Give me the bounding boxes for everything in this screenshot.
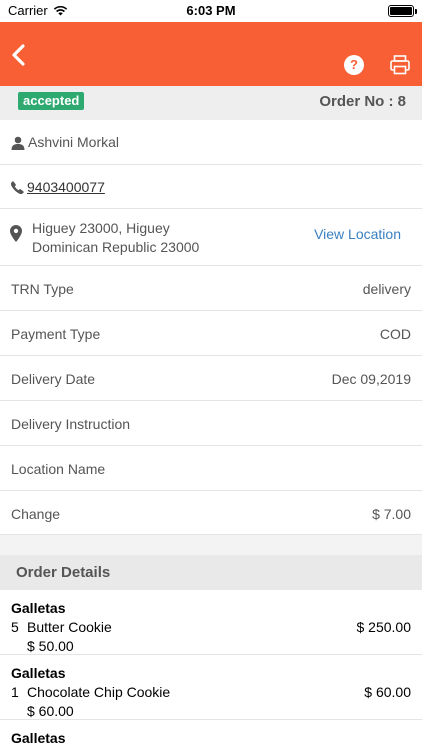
field-value: delivery (362, 281, 411, 297)
item-name: Butter Cookie (27, 619, 112, 635)
status-bar: Carrier 6:03 PM (0, 0, 422, 22)
person-icon (11, 136, 25, 150)
field-label: Location Name (11, 461, 106, 477)
order-item: Galletas 5 Butter Cookie $ 50.00 $ 250.0… (0, 590, 422, 655)
status-time: 6:03 PM (186, 3, 236, 18)
field-label: TRN Type (11, 281, 74, 297)
field-row-location-name: Location Name (0, 446, 422, 491)
field-value: Dec 09,2019 (331, 371, 411, 387)
item-category: Galletas (11, 665, 66, 681)
item-name: Chocolate Chip Cookie (27, 684, 171, 700)
order-header: accepted Order No : 8 (0, 86, 422, 120)
map-pin-icon (10, 225, 22, 242)
order-number: Order No : 8 (319, 93, 406, 110)
order-details-header: Order Details (0, 555, 422, 590)
item-category: Galletas (11, 600, 66, 616)
customer-phone-row: 9403400077 (0, 165, 422, 209)
field-value: $ 7.00 (372, 506, 411, 522)
address-line-1: Higuey 23000, Higuey (32, 220, 170, 236)
item-category: Galletas (11, 730, 66, 746)
field-label: Delivery Instruction (11, 416, 131, 432)
field-row-change: Change $ 7.00 (0, 491, 422, 535)
view-location-link[interactable]: View Location (314, 226, 401, 242)
item-unit-price: $ 50.00 (27, 638, 74, 654)
item-total: $ 250.00 (356, 619, 412, 635)
field-row-delivery-instruction: Delivery Instruction (0, 401, 422, 446)
order-item: Galletas 1 Chocolate Chip Cookie $ 60.00… (0, 655, 422, 720)
field-label: Delivery Date (11, 371, 96, 387)
field-label: Change (11, 506, 61, 522)
nav-bar: ? (0, 22, 422, 86)
item-total: $ 60.00 (364, 684, 411, 700)
question-circle-icon[interactable]: ? (344, 55, 364, 75)
section-title: Order Details (16, 564, 111, 581)
item-quantity: 1 (11, 684, 19, 700)
chevron-left-icon[interactable] (6, 42, 30, 68)
status-badge: accepted (18, 92, 85, 110)
phone-link[interactable]: 9403400077 (27, 179, 105, 195)
item-unit-price: $ 60.00 (27, 703, 74, 719)
field-row-payment-type: Payment Type COD (0, 311, 422, 356)
battery-icon (388, 5, 417, 17)
customer-name: Ashvini Morkal (28, 134, 120, 150)
field-row-trn-type: TRN Type delivery (0, 266, 422, 311)
field-label: Payment Type (11, 326, 101, 342)
field-row-delivery-date: Delivery Date Dec 09,2019 (0, 356, 422, 401)
section-spacer (0, 535, 422, 555)
item-quantity: 5 (11, 619, 19, 635)
address-line-2: Dominican Republic 23000 (32, 239, 200, 255)
customer-name-row: Ashvini Morkal (0, 120, 422, 165)
order-item: Galletas (0, 720, 422, 750)
printer-icon[interactable] (389, 54, 411, 76)
phone-icon (11, 181, 24, 194)
field-value: COD (379, 326, 411, 342)
address-row: Higuey 23000, Higuey Dominican Republic … (0, 209, 422, 266)
